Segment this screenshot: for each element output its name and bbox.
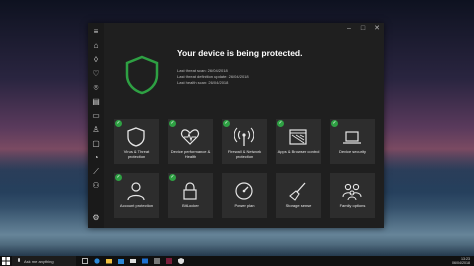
check-icon: ✓	[169, 120, 176, 127]
store-icon[interactable]	[118, 258, 124, 264]
clock-date: 06/04/2018	[452, 261, 470, 265]
person-icon[interactable]: ♙	[91, 125, 101, 135]
minimize-button[interactable]: –	[342, 23, 356, 35]
antenna-icon	[234, 127, 254, 146]
lock-icon	[183, 182, 197, 200]
app-icon[interactable]	[154, 258, 160, 264]
tile-device-security[interactable]: ✓ Device security	[330, 119, 375, 164]
person-icon	[127, 182, 145, 201]
check-icon: ✓	[115, 120, 122, 127]
taskbar: Ask me anything 13:23 06/04/2018	[0, 256, 474, 266]
search-placeholder: Ask me anything	[24, 259, 54, 264]
broom-icon[interactable]: ⟋	[91, 167, 101, 177]
gauge-icon	[235, 182, 253, 200]
heart-pulse-icon	[180, 129, 200, 145]
tile-label: Virus & Threat protection	[123, 149, 150, 159]
tile-label: Account protection	[119, 203, 154, 208]
tile-virus-threat-protection[interactable]: ✓ Virus & Threat protection	[114, 119, 159, 164]
last-definition-update: Last threat definition update: 26/04/201…	[177, 74, 249, 79]
home-icon[interactable]: ⌂	[91, 41, 101, 51]
antenna-icon[interactable]: ⌾	[91, 83, 101, 93]
tile-firewall-network-protection[interactable]: ✓ Firewall & Network protection	[222, 119, 267, 164]
status-title: Your device is being protected.	[177, 48, 303, 58]
tile-power-plan[interactable]: Power plan	[222, 173, 267, 218]
task-view-icon[interactable]	[82, 258, 88, 264]
tile-label: Device security	[338, 149, 367, 154]
shield-outline-icon	[127, 127, 145, 147]
tile-label: Power plan	[234, 203, 255, 208]
heart-icon[interactable]: ♡	[91, 69, 101, 79]
tile-account-protection[interactable]: ✓ Account protection	[114, 173, 159, 218]
edge-browser-icon[interactable]	[94, 258, 100, 264]
family-icon	[342, 183, 362, 201]
family-icon[interactable]: ⚇	[91, 181, 101, 191]
tile-bitlocker[interactable]: ✓ BitLocker	[168, 173, 213, 218]
last-threat-scan: Last threat scan: 26/04/2018	[177, 68, 228, 73]
check-icon: ✓	[277, 120, 284, 127]
tile-device-performance-health[interactable]: ✓ Device performance & Health	[168, 119, 213, 164]
check-icon: ✓	[169, 174, 176, 181]
browser-window-icon	[289, 129, 307, 145]
settings-gear-icon[interactable]: ⚙	[91, 213, 101, 223]
laptop-icon[interactable]: ▭	[91, 111, 101, 121]
taskbar-clock[interactable]: 13:23 06/04/2018	[452, 257, 470, 265]
last-health-scan: Last health scan: 26/04/2018	[177, 80, 229, 85]
gauge-icon[interactable]: ◔	[91, 153, 101, 163]
check-icon: ✓	[331, 120, 338, 127]
shield-icon[interactable]: ◊	[91, 55, 101, 65]
check-icon: ✓	[223, 120, 230, 127]
taskbar-search-box[interactable]: Ask me anything	[12, 256, 76, 266]
broom-icon	[289, 182, 306, 201]
mail-icon[interactable]	[130, 258, 136, 264]
security-window: – □ ✕ ≡ ⌂ ◊ ♡ ⌾ ▤ ▭ ♙ ▢ ◔ ⟋ ⚇ ⚙ Your dev…	[88, 23, 384, 228]
tile-label: Family options	[339, 203, 366, 208]
shield-status-icon	[125, 55, 159, 95]
title-bar: – □ ✕	[88, 23, 384, 35]
windows-start-icon[interactable]	[2, 257, 10, 265]
laptop-icon	[343, 131, 361, 144]
tile-label: BitLocker	[182, 203, 199, 208]
tile-label: Storage sense	[285, 203, 312, 208]
browser-icon[interactable]: ▤	[91, 97, 101, 107]
main-content: Your device is being protected. Last thr…	[104, 35, 384, 228]
tile-label: Device performance & Health	[170, 149, 211, 159]
tile-label: Apps & Browser control	[277, 149, 320, 154]
hamburger-menu-icon[interactable]: ≡	[91, 27, 101, 37]
file-explorer-icon[interactable]	[106, 258, 112, 264]
tile-label: Firewall & Network protection	[227, 149, 262, 159]
maximize-button[interactable]: □	[356, 23, 370, 35]
check-icon: ✓	[115, 174, 122, 181]
adobe-app-icon[interactable]	[166, 258, 172, 264]
close-button[interactable]: ✕	[370, 23, 384, 35]
photos-icon[interactable]	[142, 258, 148, 264]
tile-family-options[interactable]: Family options	[330, 173, 375, 218]
microphone-icon	[18, 258, 20, 262]
tile-storage-sense[interactable]: Storage sense	[276, 173, 321, 218]
left-nav-rail: ≡ ⌂ ◊ ♡ ⌾ ▤ ▭ ♙ ▢ ◔ ⟋ ⚇ ⚙	[88, 23, 104, 228]
security-app-icon[interactable]	[178, 258, 184, 264]
lock-icon[interactable]: ▢	[91, 139, 101, 149]
tile-apps-browser-control[interactable]: ✓ Apps & Browser control	[276, 119, 321, 164]
